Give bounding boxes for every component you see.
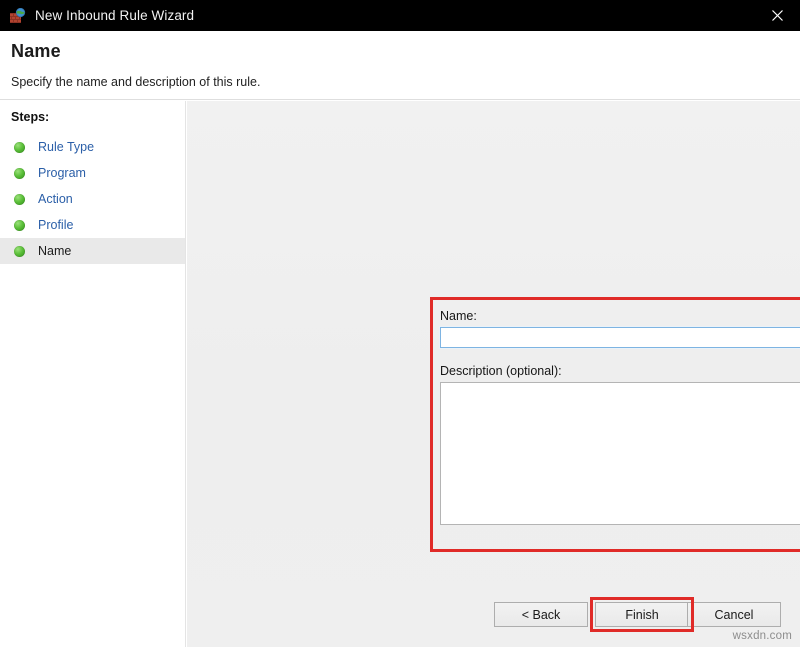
window-title: New Inbound Rule Wizard <box>35 8 194 23</box>
step-complete-icon <box>14 168 25 179</box>
watermark: wsxdn.com <box>733 630 792 642</box>
steps-list: Rule Type Program Action Profile Name <box>0 134 185 264</box>
wizard-footer: < Back Finish Cancel <box>187 585 800 647</box>
sidebar-item-label: Profile <box>38 218 73 232</box>
steps-heading: Steps: <box>11 110 49 124</box>
sidebar-item-action[interactable]: Action <box>0 186 185 212</box>
back-button[interactable]: < Back <box>494 602 588 627</box>
sidebar-item-label: Rule Type <box>38 140 94 154</box>
sidebar-item-program[interactable]: Program <box>0 160 185 186</box>
sidebar-item-name[interactable]: Name <box>0 238 185 264</box>
description-input[interactable] <box>440 382 800 525</box>
step-complete-icon <box>14 142 25 153</box>
name-field-label: Name: <box>440 309 800 323</box>
name-input[interactable] <box>440 327 800 348</box>
firewall-globe-icon <box>10 8 26 24</box>
name-form: Name: Description (optional): <box>440 309 800 530</box>
cancel-button[interactable]: Cancel <box>687 602 781 627</box>
step-complete-icon <box>14 220 25 231</box>
page-subtitle: Specify the name and description of this… <box>11 75 260 89</box>
content-pane: Name: Description (optional): <box>187 101 800 647</box>
description-field-label: Description (optional): <box>440 364 800 378</box>
step-complete-icon <box>14 194 25 205</box>
page-header: Name Specify the name and description of… <box>0 31 800 100</box>
page-title: Name <box>11 41 61 62</box>
close-icon[interactable] <box>754 0 800 31</box>
steps-sidebar: Steps: Rule Type Program Action Profile … <box>0 101 186 647</box>
sidebar-item-label: Program <box>38 166 86 180</box>
finish-button[interactable]: Finish <box>595 602 689 627</box>
sidebar-item-profile[interactable]: Profile <box>0 212 185 238</box>
title-bar: New Inbound Rule Wizard <box>0 0 800 31</box>
sidebar-item-label: Action <box>38 192 73 206</box>
sidebar-item-label: Name <box>38 244 71 258</box>
sidebar-item-rule-type[interactable]: Rule Type <box>0 134 185 160</box>
step-complete-icon <box>14 246 25 257</box>
